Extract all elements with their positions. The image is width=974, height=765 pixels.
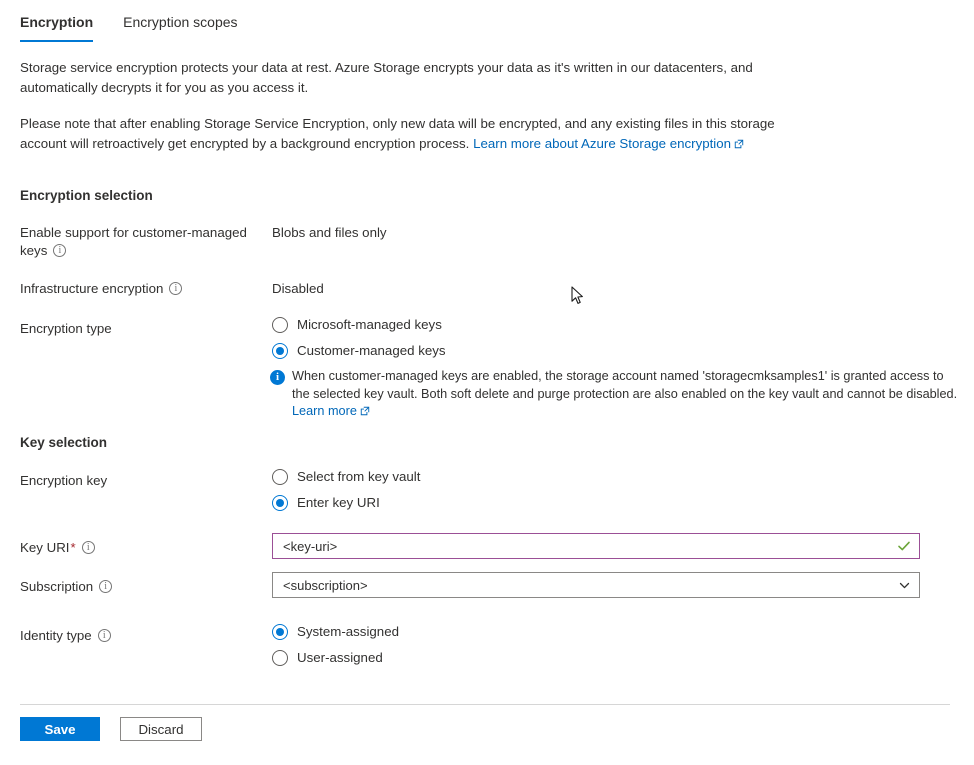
radio-system-assigned[interactable]: System-assigned <box>272 622 399 642</box>
radio-user-assigned-label: User-assigned <box>297 649 383 667</box>
cmk-learn-more-link[interactable]: Learn more <box>292 404 357 418</box>
footer-separator <box>20 704 950 705</box>
tab-encryption-scopes-label: Encryption scopes <box>123 14 237 30</box>
encryption-key-label: Encryption key <box>20 472 265 490</box>
radio-microsoft-managed-keys-indicator <box>272 317 288 333</box>
radio-system-assigned-indicator <box>272 624 288 640</box>
key-selection-heading: Key selection <box>20 435 107 450</box>
cmk-info-message-text: When customer-managed keys are enabled, … <box>292 368 960 421</box>
learn-more-storage-encryption-link[interactable]: Learn more about Azure Storage encryptio… <box>473 136 731 151</box>
tab-encryption-scopes[interactable]: Encryption scopes <box>123 14 237 42</box>
infrastructure-encryption-value: Disabled <box>272 280 324 298</box>
subscription-label-text: Subscription <box>20 579 93 594</box>
external-link-icon-info <box>360 406 370 416</box>
radio-microsoft-managed-keys[interactable]: Microsoft-managed keys <box>272 315 442 335</box>
cmk-support-value: Blobs and files only <box>272 224 387 242</box>
learn-more-storage-encryption-label: Learn more about Azure Storage encryptio… <box>473 136 731 151</box>
chevron-down-icon <box>898 579 911 592</box>
info-icon-cmk-support[interactable] <box>53 244 66 257</box>
intro-paragraph-2: Please note that after enabling Storage … <box>20 114 820 154</box>
tabstrip: Encryption Encryption scopes <box>20 14 268 42</box>
subscription-dropdown[interactable]: <subscription> <box>272 572 920 598</box>
tab-encryption-label: Encryption <box>20 14 93 30</box>
radio-customer-managed-keys[interactable]: Customer-managed keys <box>272 341 446 361</box>
radio-select-from-key-vault-indicator <box>272 469 288 485</box>
info-icon-identity-type[interactable] <box>98 629 111 642</box>
key-uri-label-text: Key URI <box>20 540 70 555</box>
cmk-info-message-body: When customer-managed keys are enabled, … <box>292 369 957 401</box>
radio-customer-managed-keys-indicator <box>272 343 288 359</box>
external-link-icon <box>734 139 744 149</box>
radio-customer-managed-keys-label: Customer-managed keys <box>297 342 446 360</box>
encryption-type-label: Encryption type <box>20 320 265 338</box>
infrastructure-encryption-label: Infrastructure encryption <box>20 280 265 298</box>
radio-enter-key-uri[interactable]: Enter key URI <box>272 493 380 513</box>
discard-button-label: Discard <box>138 722 183 737</box>
key-uri-required-indicator: * <box>71 540 76 555</box>
discard-button[interactable]: Discard <box>120 717 202 741</box>
infrastructure-encryption-label-text: Infrastructure encryption <box>20 281 163 296</box>
cmk-info-message: When customer-managed keys are enabled, … <box>270 368 960 421</box>
radio-enter-key-uri-indicator <box>272 495 288 511</box>
valid-check-icon <box>897 539 911 553</box>
info-icon-subscription[interactable] <box>99 580 112 593</box>
identity-type-label: Identity type <box>20 627 265 645</box>
info-icon-infrastructure-encryption[interactable] <box>169 282 182 295</box>
radio-enter-key-uri-label: Enter key URI <box>297 494 380 512</box>
tab-encryption[interactable]: Encryption <box>20 14 93 42</box>
radio-select-from-key-vault-label: Select from key vault <box>297 468 420 486</box>
cmk-support-label: Enable support for customer-managed keys <box>20 224 265 260</box>
identity-type-label-text: Identity type <box>20 628 92 643</box>
radio-system-assigned-label: System-assigned <box>297 623 399 641</box>
radio-user-assigned-indicator <box>272 650 288 666</box>
save-button[interactable]: Save <box>20 717 100 741</box>
intro-paragraph-1: Storage service encryption protects your… <box>20 58 830 98</box>
radio-user-assigned[interactable]: User-assigned <box>272 648 383 668</box>
key-uri-input[interactable] <box>283 539 891 554</box>
encryption-selection-heading: Encryption selection <box>20 188 153 203</box>
save-button-label: Save <box>44 722 75 737</box>
radio-select-from-key-vault[interactable]: Select from key vault <box>272 467 420 487</box>
subscription-label: Subscription <box>20 578 265 596</box>
encryption-settings-page: Encryption Encryption scopes Storage ser… <box>0 0 974 765</box>
key-uri-label: Key URI* <box>20 539 265 557</box>
info-circle-icon <box>270 370 285 385</box>
radio-microsoft-managed-keys-label: Microsoft-managed keys <box>297 316 442 334</box>
info-icon-key-uri[interactable] <box>82 541 95 554</box>
cmk-learn-more-label: Learn more <box>292 404 357 418</box>
subscription-dropdown-value: <subscription> <box>283 578 898 593</box>
key-uri-field[interactable] <box>272 533 920 559</box>
mouse-cursor <box>571 286 585 306</box>
